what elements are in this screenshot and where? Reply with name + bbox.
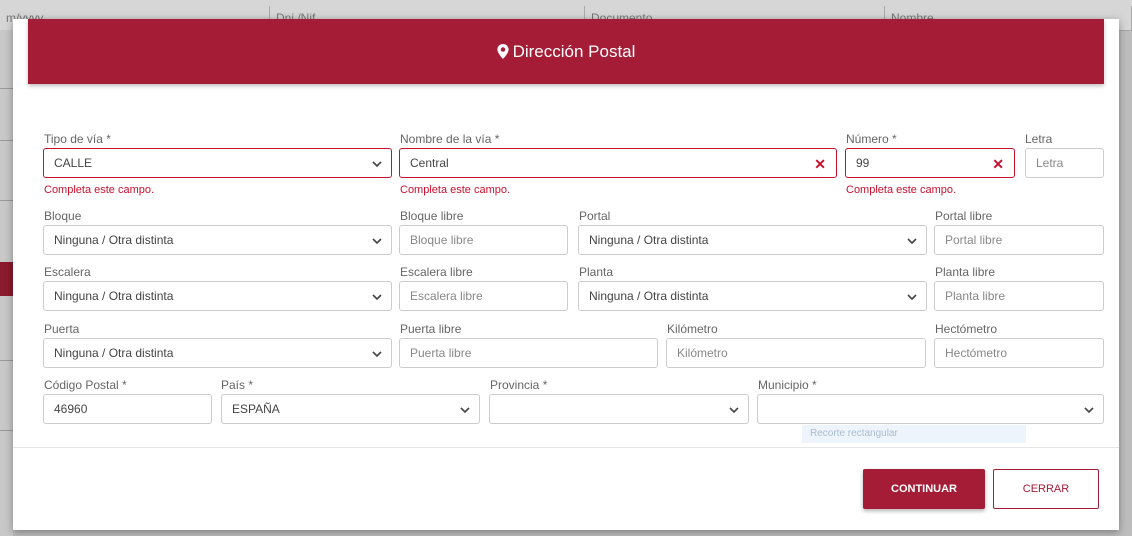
portal-label: Portal — [579, 209, 611, 223]
portal-libre-input[interactable]: Portal libre — [934, 225, 1104, 255]
background-divider — [0, 360, 13, 361]
portal-libre-label: Portal libre — [935, 209, 993, 223]
chevron-down-icon — [372, 161, 382, 168]
pais-select[interactable]: ESPAÑA — [221, 394, 480, 424]
kilometro-label: Kilómetro — [667, 322, 718, 336]
background-divider — [0, 88, 13, 89]
portal-select[interactable]: Ninguna / Otra distinta — [578, 225, 927, 255]
background-divider — [0, 200, 13, 201]
letra-label: Letra — [1025, 132, 1053, 146]
tipo-via-select[interactable]: CALLE — [43, 148, 392, 178]
puerta-libre-label: Puerta libre — [400, 322, 462, 336]
hectometro-input[interactable]: Hectómetro — [934, 338, 1104, 368]
escalera-libre-placeholder: Escalera libre — [410, 289, 483, 303]
provincia-label: Provincia * — [490, 378, 548, 392]
modal-header: Dirección Postal — [28, 19, 1104, 84]
bloque-libre-placeholder: Bloque libre — [410, 233, 474, 247]
clear-icon[interactable]: ✕ — [814, 157, 826, 171]
kilometro-placeholder: Kilómetro — [677, 346, 728, 360]
background-divider — [0, 140, 13, 141]
background-red-block — [0, 262, 13, 296]
escalera-select[interactable]: Ninguna / Otra distinta — [43, 281, 392, 311]
puerta-label: Puerta — [44, 322, 80, 336]
planta-select[interactable]: Ninguna / Otra distinta — [578, 281, 927, 311]
kilometro-input[interactable]: Kilómetro — [666, 338, 926, 368]
letra-input[interactable]: Letra — [1025, 148, 1104, 178]
modal-title: Dirección Postal — [512, 41, 636, 61]
escalera-label: Escalera — [44, 265, 91, 279]
bloque-libre-input[interactable]: Bloque libre — [399, 225, 568, 255]
autocomplete-hint: Recorte rectangular — [802, 425, 1026, 443]
portal-value: Ninguna / Otra distinta — [589, 233, 709, 247]
planta-libre-label: Planta libre — [935, 265, 996, 279]
numero-label: Número * — [846, 132, 897, 146]
background-divider — [0, 430, 13, 431]
hectometro-label: Hectómetro — [935, 322, 998, 336]
map-marker-icon — [496, 44, 509, 59]
footer-divider — [13, 447, 1119, 448]
continue-button[interactable]: CONTINUAR — [863, 469, 985, 509]
escalera-value: Ninguna / Otra distinta — [54, 289, 174, 303]
postal-address-modal: Dirección Postal Tipo de vía * CALLE Com… — [13, 19, 1119, 530]
tipo-via-label: Tipo de vía * — [44, 132, 111, 146]
bloque-select[interactable]: Ninguna / Otra distinta — [43, 225, 392, 255]
codigo-postal-value: 46960 — [54, 402, 88, 416]
puerta-select[interactable]: Ninguna / Otra distinta — [43, 338, 392, 368]
portal-libre-placeholder: Portal libre — [945, 233, 1003, 247]
chevron-down-icon — [907, 238, 917, 245]
codigo-postal-label: Código Postal * — [44, 378, 127, 392]
chevron-down-icon — [729, 407, 739, 414]
bloque-libre-label: Bloque libre — [400, 209, 464, 223]
municipio-label: Municipio * — [758, 378, 817, 392]
puerta-libre-placeholder: Puerta libre — [410, 346, 472, 360]
bloque-label: Bloque — [44, 209, 82, 223]
provincia-select[interactable] — [489, 394, 749, 424]
planta-value: Ninguna / Otra distinta — [589, 289, 709, 303]
codigo-postal-input[interactable]: 46960 — [43, 394, 212, 424]
pais-label: País * — [221, 378, 254, 392]
planta-libre-placeholder: Planta libre — [945, 289, 1006, 303]
puerta-libre-input[interactable]: Puerta libre — [399, 338, 658, 368]
clear-icon[interactable]: ✕ — [992, 157, 1004, 171]
chevron-down-icon — [372, 238, 382, 245]
tipo-via-value: CALLE — [54, 156, 93, 170]
chevron-down-icon — [460, 407, 470, 414]
tipo-via-error: Completa este campo. — [44, 184, 155, 196]
pais-value: ESPAÑA — [232, 402, 280, 416]
nombre-via-value: Central — [410, 156, 449, 170]
municipio-select[interactable] — [757, 394, 1104, 424]
puerta-value: Ninguna / Otra distinta — [54, 346, 174, 360]
chevron-down-icon — [372, 294, 382, 301]
nombre-via-input[interactable]: Central ✕ — [399, 148, 837, 178]
nombre-via-error: Completa este campo. — [400, 184, 511, 196]
chevron-down-icon — [372, 351, 382, 358]
bloque-value: Ninguna / Otra distinta — [54, 233, 174, 247]
planta-label: Planta — [579, 265, 614, 279]
hectometro-placeholder: Hectómetro — [945, 346, 1008, 360]
escalera-libre-label: Escalera libre — [400, 265, 473, 279]
numero-value: 99 — [856, 156, 870, 170]
chevron-down-icon — [907, 294, 917, 301]
numero-error: Completa este campo. — [846, 184, 957, 196]
nombre-via-label: Nombre de la vía * — [400, 132, 500, 146]
letra-placeholder: Letra — [1036, 156, 1064, 170]
close-button[interactable]: CERRAR — [993, 469, 1099, 509]
escalera-libre-input[interactable]: Escalera libre — [399, 281, 568, 311]
planta-libre-input[interactable]: Planta libre — [934, 281, 1104, 311]
chevron-down-icon — [1084, 407, 1094, 414]
numero-input[interactable]: 99 ✕ — [845, 148, 1015, 178]
